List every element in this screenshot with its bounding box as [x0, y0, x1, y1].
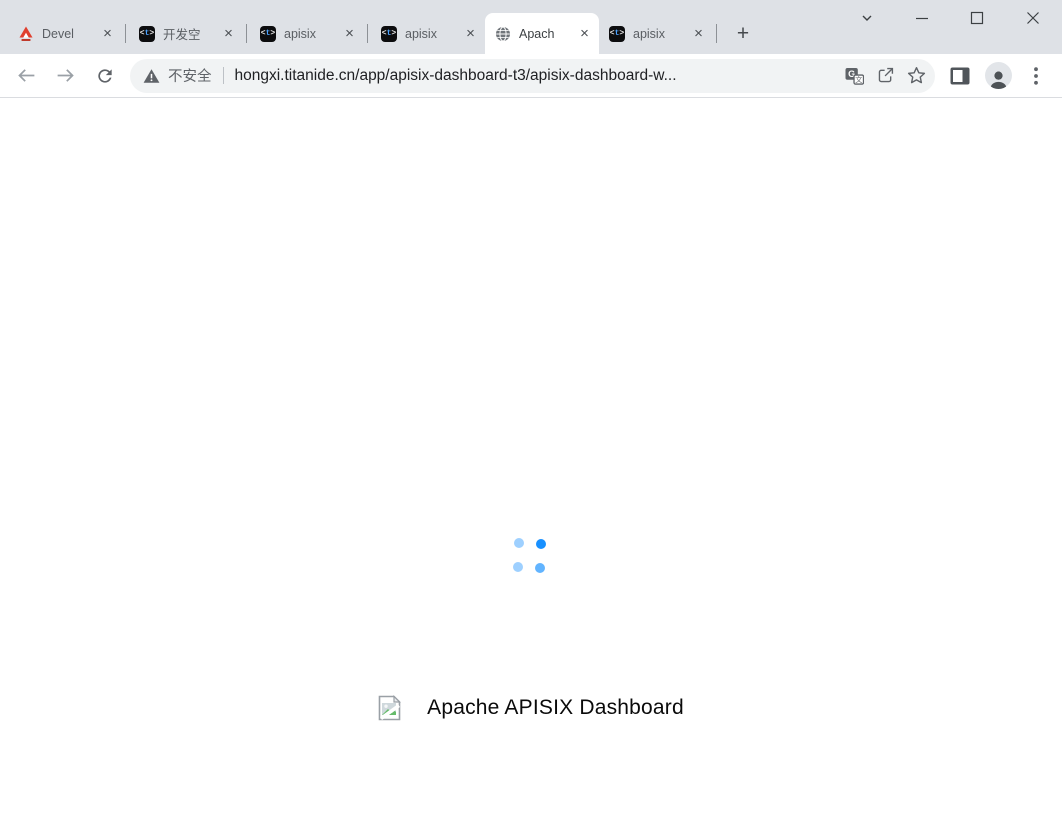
minimize-button[interactable] [894, 2, 949, 34]
maximize-button[interactable] [949, 2, 1004, 34]
tab-title: Apach [519, 27, 576, 41]
reload-icon[interactable] [88, 59, 121, 92]
spinner-dot [536, 539, 546, 549]
tab-title: 开发空 [163, 24, 220, 43]
spinner-dot [513, 562, 523, 572]
apisix-logo-icon [18, 26, 34, 42]
t-code-icon: <t> [260, 26, 276, 42]
tab-separator [125, 24, 126, 43]
t-code-icon: <t> [139, 26, 155, 42]
close-tab-icon[interactable]: × [341, 25, 358, 42]
side-panel-icon[interactable] [941, 59, 979, 93]
tab-separator [367, 24, 368, 43]
tab-apisix-1[interactable]: <t> apisix × [250, 13, 364, 54]
tab-apache-active[interactable]: Apach × [485, 13, 599, 54]
security-label[interactable]: 不安全 [168, 65, 212, 86]
profile-avatar[interactable] [979, 59, 1017, 93]
tab-search-chevron-icon[interactable] [839, 2, 894, 34]
address-bar[interactable]: 不安全 hongxi.titanide.cn/app/apisix-dashbo… [130, 59, 935, 93]
tab-devel[interactable]: Devel × [8, 13, 122, 54]
translate-icon[interactable]: G 文 [839, 60, 870, 91]
tabs-container: Devel × <t> 开发空 × <t> apisix × [8, 13, 757, 54]
broken-image-icon [378, 695, 401, 721]
close-tab-icon[interactable]: × [576, 25, 593, 42]
browser-toolbar: 不安全 hongxi.titanide.cn/app/apisix-dashbo… [0, 54, 1062, 97]
tab-title: apisix [284, 27, 341, 41]
tab-apisix-2[interactable]: <t> apisix × [371, 13, 485, 54]
spinner-dot [514, 538, 524, 548]
tab-separator [716, 24, 717, 43]
t-code-icon: <t> [609, 26, 625, 42]
tab-title: Devel [42, 27, 99, 41]
close-window-button[interactable] [1004, 2, 1062, 34]
close-tab-icon[interactable]: × [99, 25, 116, 42]
tab-separator [246, 24, 247, 43]
menu-kebab-icon[interactable] [1017, 59, 1055, 93]
svg-text:文: 文 [855, 74, 862, 83]
tab-kaifa[interactable]: <t> 开发空 × [129, 13, 243, 54]
close-tab-icon[interactable]: × [220, 25, 237, 42]
back-icon[interactable] [10, 59, 43, 92]
close-tab-icon[interactable]: × [462, 25, 479, 42]
tab-title: apisix [633, 27, 690, 41]
not-secure-warning-icon[interactable] [143, 68, 160, 84]
bookmark-star-icon[interactable] [901, 60, 932, 91]
globe-icon [495, 26, 511, 42]
t-code-icon: <t> [381, 26, 397, 42]
omnibox-divider [223, 67, 224, 84]
loading-footer: Apache APISIX Dashboard [0, 695, 1062, 721]
tab-title: apisix [405, 27, 462, 41]
tab-strip: Devel × <t> 开发空 × <t> apisix × [0, 0, 1062, 54]
window-controls [839, 2, 1062, 34]
loading-spinner [512, 536, 548, 572]
page-content: Apache APISIX Dashboard [0, 98, 1062, 814]
spinner-dot [535, 563, 545, 573]
close-tab-icon[interactable]: × [690, 25, 707, 42]
browser-window: Devel × <t> 开发空 × <t> apisix × [0, 0, 1062, 814]
forward-icon[interactable] [49, 59, 82, 92]
url-text[interactable]: hongxi.titanide.cn/app/apisix-dashboard-… [235, 67, 840, 85]
new-tab-button[interactable]: + [729, 20, 757, 48]
tab-apisix-3[interactable]: <t> apisix × [599, 13, 713, 54]
page-title: Apache APISIX Dashboard [427, 696, 684, 720]
share-icon[interactable] [870, 60, 901, 91]
